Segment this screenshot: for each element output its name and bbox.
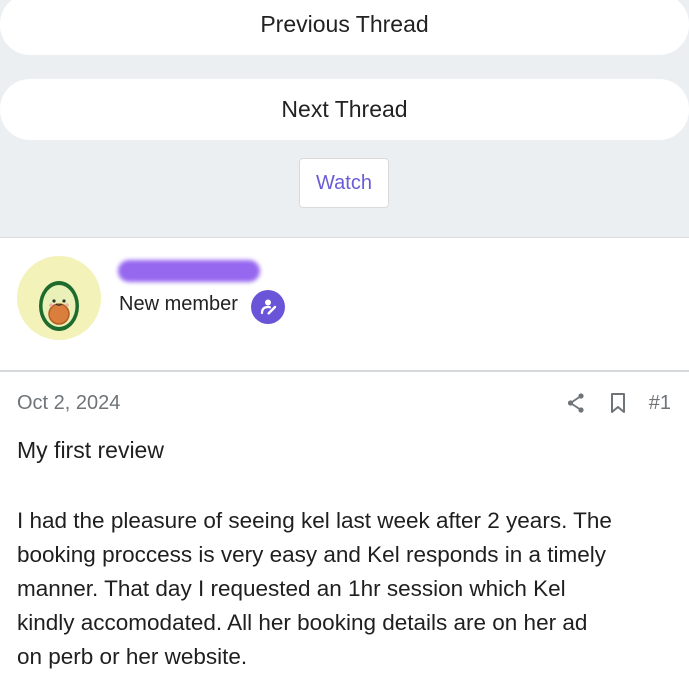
thread-navigation-area: Previous Thread Next Thread Watch — [0, 0, 689, 237]
post-author: New member — [0, 238, 689, 370]
redacted-username[interactable] — [118, 260, 260, 282]
watch-button[interactable]: Watch — [299, 158, 389, 208]
post-body-line: I had the pleasure of seeing kel last we… — [17, 508, 612, 533]
share-icon[interactable] — [565, 390, 587, 416]
bookmark-icon[interactable] — [607, 390, 629, 416]
next-thread-button[interactable]: Next Thread — [0, 79, 689, 140]
post-number-link[interactable]: #1 — [649, 392, 671, 415]
post-title: My first review — [17, 437, 164, 463]
avocado-avatar[interactable] — [17, 256, 101, 340]
post-body-line: kindly accomodated. All her booking deta… — [17, 610, 588, 635]
post-body-line: on perb or her website. — [17, 644, 248, 669]
post-body-line: booking proccess is very easy and Kel re… — [17, 542, 607, 567]
new-member-badge-icon — [251, 290, 285, 324]
post-body-line: manner. That day I requested an 1hr sess… — [17, 576, 566, 601]
post-body: I had the pleasure of seeing kel last we… — [17, 504, 677, 674]
user-role: New member — [119, 293, 238, 315]
post-actions: #1 — [565, 390, 671, 416]
post-date[interactable]: Oct 2, 2024 — [17, 392, 120, 415]
previous-thread-button[interactable]: Previous Thread — [0, 0, 689, 55]
divider — [0, 370, 689, 372]
